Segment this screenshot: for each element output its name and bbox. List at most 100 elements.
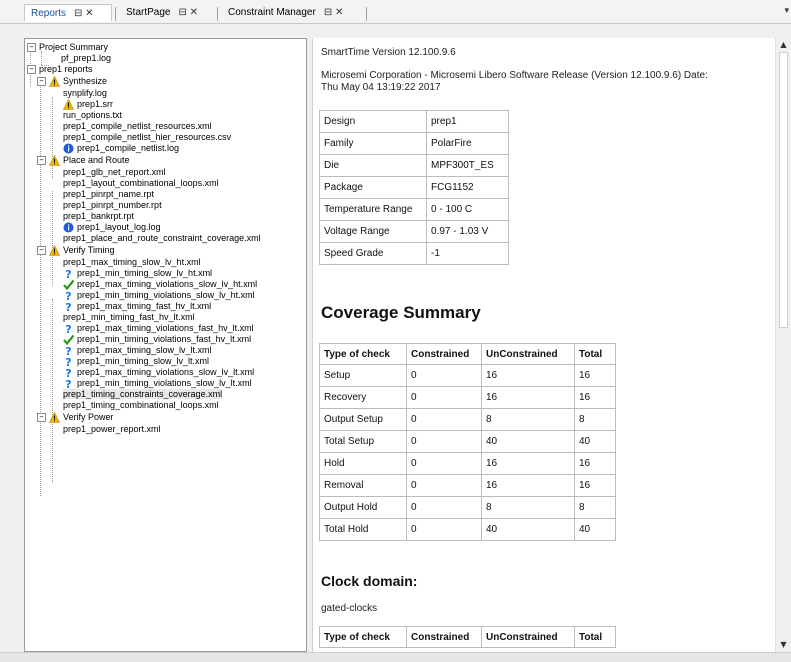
coverage-cell: 16 — [481, 364, 575, 387]
tree-node-compile-netlist-resources[interactable]: prep1_compile_netlist_resources.xml — [63, 121, 212, 132]
question-icon: ? — [63, 268, 74, 279]
column-header: Total — [574, 626, 616, 648]
tree-node-compile-netlist-hier[interactable]: prep1_compile_netlist_hier_resources.csv — [63, 132, 231, 143]
tree-node-bankrpt[interactable]: prep1_bankrpt.rpt — [63, 211, 134, 222]
tree-node-timing-report[interactable]: ? prep1_min_timing_slow_lv_ht.xml — [63, 268, 212, 279]
tree-node-timing-comb-loops[interactable]: prep1_timing_combinational_loops.xml — [63, 400, 219, 411]
tree-node-timing-report[interactable]: ? prep1_min_timing_violations_slow_lv_lt.… — [63, 378, 251, 389]
tree-node-verify-timing[interactable]: − Verify Timing — [37, 245, 115, 256]
warning-icon — [63, 99, 74, 110]
warning-icon — [49, 245, 60, 256]
coverage-cell: 16 — [481, 452, 575, 475]
coverage-cell: 16 — [574, 386, 616, 409]
tree-node-layout-log[interactable]: prep1_layout_log.log — [63, 222, 161, 233]
check-icon — [63, 279, 74, 291]
tree-node-layout-comb-loops[interactable]: prep1_layout_combinational_loops.xml — [63, 178, 219, 189]
collapse-icon[interactable]: − — [37, 156, 46, 166]
column-header: UnConstrained — [481, 626, 575, 648]
tree-node-timing-report[interactable]: ? prep1_max_timing_slow_lv_lt.xml — [63, 345, 211, 356]
column-header: Type of check — [319, 626, 407, 648]
coverage-cell: Setup — [319, 364, 407, 387]
collapse-icon[interactable]: − — [37, 413, 46, 423]
report-tree: − Project Summary pf_prep1.log − prep1 rep… — [24, 38, 307, 652]
svg-text:?: ? — [65, 378, 71, 389]
coverage-cell: Recovery — [319, 386, 407, 409]
tree-node-timing-report[interactable]: prep1_min_timing_fast_hv_lt.xml — [63, 312, 195, 323]
tab-float-close-controls[interactable]: ⊟ ✕ — [74, 8, 94, 19]
tree-node-compile-netlist-log[interactable]: prep1_compile_netlist.log — [63, 143, 179, 154]
tree-node-prep1-srr[interactable]: prep1.srr — [63, 99, 113, 110]
scroll-up-icon[interactable]: ▲ — [776, 38, 791, 52]
coverage-cell: Removal — [319, 474, 407, 497]
coverage-cell: 8 — [481, 496, 575, 519]
tree-node-timing-constraints-coverage[interactable]: prep1_timing_constraints_coverage.xml — [63, 389, 223, 400]
collapse-icon[interactable]: − — [37, 246, 46, 256]
coverage-cell: Output Setup — [319, 408, 407, 431]
info-value: -1 — [426, 242, 509, 265]
tree-node-verify-power[interactable]: − Verify Power — [37, 412, 114, 423]
svg-text:?: ? — [65, 290, 71, 301]
info-value: MPF300T_ES — [426, 154, 509, 177]
tab-startpage[interactable]: StartPage ⊟ ✕ — [120, 4, 214, 22]
document-tab-bar: Reports ⊟ ✕ StartPage ⊟ ✕ Constraint Manag… — [0, 0, 791, 24]
tree-node-synplify-log[interactable]: synplify.log — [63, 88, 107, 99]
scroll-down-icon[interactable]: ▼ — [776, 638, 791, 652]
tree-node-timing-report[interactable]: ? prep1_max_timing_fast_hv_lt.xml — [63, 301, 211, 312]
tree-node-place-and-route[interactable]: − Place and Route — [37, 155, 130, 166]
info-icon — [63, 143, 74, 154]
tree-node-timing-report[interactable]: ? prep1_max_timing_violations_slow_lv_lt.… — [63, 367, 254, 378]
tree-node-run-options[interactable]: run_options.txt — [63, 110, 122, 121]
tree-node-timing-report[interactable]: prep1_max_timing_slow_lv_ht.xml — [63, 257, 201, 268]
tree-node-pr-constraint-coverage[interactable]: prep1_place_and_route_constraint_coverag… — [63, 233, 261, 244]
coverage-row: Total Hold 0 40 40 — [319, 518, 616, 541]
tree-node-timing-report[interactable]: prep1_max_timing_violations_slow_lv_ht.x… — [63, 279, 257, 291]
tree-node-pf-log[interactable]: pf_prep1.log — [61, 53, 111, 64]
question-icon: ? — [63, 378, 74, 389]
info-value: 0 - 100 C — [426, 198, 509, 221]
tab-float-close-controls[interactable]: ⊟ ✕ — [178, 7, 198, 18]
tree-guide — [40, 84, 41, 496]
info-value: FCG1152 — [426, 176, 509, 199]
clock-domain-table: Type of check Constrained UnConstrained Tot… — [319, 626, 616, 648]
info-row: Temperature Range 0 - 100 C — [319, 198, 509, 221]
tab-float-close-controls[interactable]: ⊟ ✕ — [324, 7, 344, 18]
tree-node-timing-report[interactable]: ? prep1_min_timing_violations_slow_lv_ht.… — [63, 290, 254, 301]
tree-node-pinrpt-number[interactable]: prep1_pinrpt_number.rpt — [63, 200, 162, 211]
tab-constraint-manager[interactable]: Constraint Manager ⊟ ✕ — [222, 4, 362, 22]
coverage-cell: Total Hold — [319, 518, 407, 541]
smarttime-version: SmartTime Version 12.100.9.6 — [321, 47, 456, 58]
vertical-scrollbar[interactable]: ▲ ▼ — [775, 38, 791, 652]
tree-node-pinrpt-name[interactable]: prep1_pinrpt_name.rpt — [63, 189, 154, 200]
tab-list-dropdown-icon[interactable]: ▾ — [784, 6, 789, 16]
coverage-row: Recovery 0 16 16 — [319, 386, 616, 409]
coverage-cell: 0 — [406, 496, 482, 519]
clock-domain-name: gated-clocks — [321, 603, 378, 614]
tree-node-timing-report[interactable]: ? prep1_max_timing_violations_fast_hv_lt.… — [63, 323, 253, 334]
collapse-icon[interactable]: − — [27, 65, 36, 75]
collapse-icon[interactable]: − — [27, 43, 36, 53]
coverage-cell: 16 — [574, 452, 616, 475]
tree-node-glb-net-report[interactable]: prep1_glb_net_report.xml — [63, 167, 166, 178]
tree-node-prep1-reports[interactable]: − prep1 reports — [27, 64, 93, 75]
question-icon: ? — [63, 356, 74, 367]
tree-node-synthesize[interactable]: − Synthesize — [37, 76, 107, 87]
check-icon — [63, 334, 74, 346]
tree-node-timing-report[interactable]: prep1_min_timing_violations_fast_hv_lt.x… — [63, 334, 251, 346]
warning-icon — [49, 412, 60, 423]
tab-divider — [217, 7, 218, 21]
tree-node-project-summary[interactable]: − Project Summary — [27, 42, 108, 53]
coverage-cell: 16 — [574, 474, 616, 497]
tab-label: Constraint Manager — [228, 7, 316, 18]
svg-text:?: ? — [65, 367, 71, 378]
coverage-cell: 0 — [406, 452, 482, 475]
coverage-cell: 40 — [574, 430, 616, 453]
tree-node-timing-report[interactable]: ? prep1_min_timing_slow_lv_lt.xml — [63, 356, 209, 367]
scrollbar-thumb[interactable] — [779, 52, 788, 328]
coverage-cell: Total Setup — [319, 430, 407, 453]
coverage-row: Removal 0 16 16 — [319, 474, 616, 497]
tree-guide — [52, 191, 53, 286]
tab-reports[interactable]: Reports ⊟ ✕ — [24, 4, 112, 22]
tree-node-power-report[interactable]: prep1_power_report.xml — [63, 424, 161, 435]
coverage-cell: Output Hold — [319, 496, 407, 519]
collapse-icon[interactable]: − — [37, 77, 46, 87]
